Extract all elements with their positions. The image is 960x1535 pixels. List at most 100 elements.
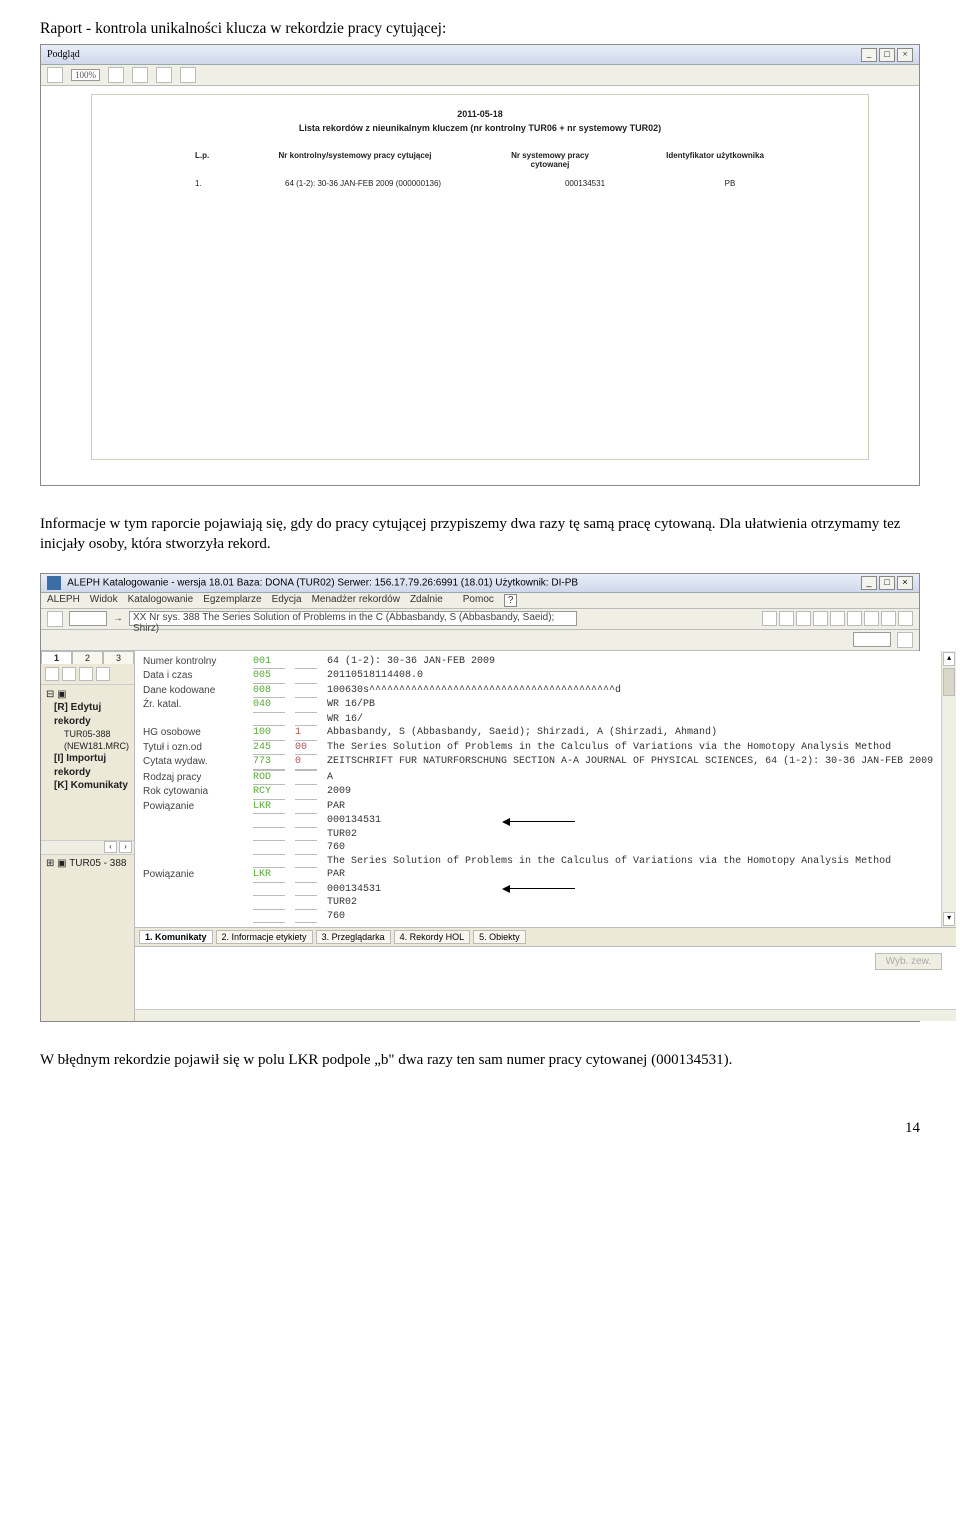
tree-item-edytuj[interactable]: [R] Edytuj rekordy [46, 701, 129, 728]
wyb-zew-button[interactable]: Wyb. zew. [875, 953, 942, 970]
toolbar-nav-icon[interactable] [47, 611, 63, 627]
tab-komunikaty[interactable]: 1. Komunikaty [139, 930, 213, 944]
tab-informacje[interactable]: 2. Informacje etykiety [216, 930, 313, 944]
secondary-icon[interactable] [897, 632, 913, 648]
toolbar-home-icon[interactable] [47, 67, 63, 83]
help-icon[interactable]: ? [504, 594, 518, 607]
record-row[interactable]: TUR02 [143, 828, 933, 842]
close-icon[interactable]: × [897, 576, 913, 590]
record-row[interactable]: Rok cytowaniaRCY2009 [143, 785, 933, 800]
tree-hscroll[interactable]: ‹ › [41, 840, 134, 854]
explanation-para-1: Informacje w tym raporcie pojawiają się,… [40, 514, 920, 555]
record-area: Numer kontrolny00164 (1-2): 30-36 JAN-FE… [135, 651, 941, 928]
toolbar-exit-icon[interactable] [180, 67, 196, 83]
vertical-scrollbar[interactable]: ▴ ▾ [941, 651, 956, 928]
record-row[interactable]: 000134531 [143, 883, 933, 897]
tab-przegladarka[interactable]: 3. Przeglądarka [316, 930, 391, 944]
record-row[interactable]: Numer kontrolny00164 (1-2): 30-36 JAN-FE… [143, 655, 933, 670]
scroll-thumb[interactable] [943, 668, 955, 696]
tb-icon-2[interactable] [779, 611, 794, 626]
tb-icon-3[interactable] [796, 611, 811, 626]
menu-egzemplarze[interactable]: Egzemplarze [203, 594, 261, 607]
annotation-arrow-2 [505, 888, 575, 889]
tree-expand-icon[interactable]: ⊟ ▣ [46, 688, 129, 702]
menu-edycja[interactable]: Edycja [272, 594, 302, 607]
menu-katalogowanie[interactable]: Katalogowanie [128, 594, 194, 607]
menu-aleph[interactable]: ALEPH [47, 594, 80, 607]
record-row[interactable]: 760 [143, 910, 933, 924]
tb-icon-1[interactable] [762, 611, 777, 626]
record-row[interactable]: Źr. katal.040WR 16/PB [143, 698, 933, 713]
lower-pane: Wyb. zew. [135, 946, 956, 1009]
close-icon[interactable]: × [897, 48, 913, 62]
row-c3: PB [695, 179, 765, 188]
record-row[interactable]: PowiązanieLKRPAR [143, 868, 933, 883]
report-title: Lista rekordów z nieunikalnym kluczem (n… [92, 123, 868, 133]
menu-pomoc[interactable]: Pomoc [463, 594, 494, 607]
record-row[interactable]: Tytuł i ozn.od24500The Series Solution o… [143, 741, 933, 756]
report-row: 1. 64 (1-2): 30-36 JAN-FEB 2009 (0000001… [92, 179, 868, 188]
record-main: Numer kontrolny00164 (1-2): 30-36 JAN-FE… [135, 651, 956, 1021]
col-lp: L.p. [195, 151, 215, 169]
toolbar-ruler-icon[interactable] [156, 67, 172, 83]
record-row[interactable]: Data i czas00520110518114408.0 [143, 669, 933, 684]
scroll-left-icon[interactable]: ‹ [104, 841, 117, 853]
tb-icon-6[interactable] [847, 611, 862, 626]
tree-icon-1[interactable] [45, 667, 59, 681]
tree-tab-2[interactable]: 2 [72, 651, 103, 664]
zoom-select[interactable]: 100% [71, 69, 100, 81]
tb-icon-9[interactable] [898, 611, 913, 626]
scroll-down-icon[interactable]: ▾ [943, 912, 955, 926]
col-identyfikator: Identyfikator użytkownika [665, 151, 765, 169]
tb-icon-8[interactable] [881, 611, 896, 626]
tree-tab-3[interactable]: 3 [103, 651, 134, 664]
bottom-tabs[interactable]: 1. Komunikaty 2. Informacje etykiety 3. … [135, 927, 956, 946]
tree-item-komunikaty[interactable]: [K] Komunikaty [46, 779, 129, 793]
record-row[interactable]: Rodzaj pracyRODA [143, 771, 933, 786]
window-controls: _ □ × [861, 576, 913, 590]
tree-icon-2[interactable] [62, 667, 76, 681]
record-title-input[interactable]: XX Nr sys. 388 The Series Solution of Pr… [129, 611, 577, 626]
tb-icon-5[interactable] [830, 611, 845, 626]
tree-list[interactable]: ⊟ ▣ [R] Edytuj rekordy TUR05-388 (NEW181… [41, 685, 134, 840]
tree-icon-3[interactable] [79, 667, 93, 681]
row-lp: 1. [195, 179, 215, 188]
secondary-input[interactable] [853, 632, 891, 647]
toolbar-print-icon[interactable] [108, 67, 124, 83]
record-row[interactable]: WR 16/ [143, 713, 933, 727]
tree-footer-item[interactable]: ⊞ ▣ TUR05 - 388 [41, 854, 134, 872]
scroll-right-icon[interactable]: › [119, 841, 132, 853]
tree-tab-1[interactable]: 1 [41, 651, 72, 664]
tab-rekordy-hol[interactable]: 4. Rekordy HOL [394, 930, 471, 944]
tab-obiekty[interactable]: 5. Obiekty [473, 930, 526, 944]
tree-footer-label: TUR05 - 388 [69, 858, 126, 869]
record-row[interactable]: Cytata wydaw.7730ZEITSCHRIFT FUR NATURFO… [143, 755, 933, 770]
tb-icon-7[interactable] [864, 611, 879, 626]
tree-tabs[interactable]: 1 2 3 [41, 651, 134, 664]
minimize-icon[interactable]: _ [861, 48, 877, 62]
aleph-menubar[interactable]: ALEPH Widok Katalogowanie Egzemplarze Ed… [41, 593, 919, 609]
record-row[interactable]: The Series Solution of Problems in the C… [143, 855, 933, 869]
tree-icon-4[interactable] [96, 667, 110, 681]
page-number: 14 [40, 1120, 920, 1137]
record-row[interactable]: Dane kodowane008100630s^^^^^^^^^^^^^^^^^… [143, 684, 933, 699]
toolbar-save-icon[interactable] [132, 67, 148, 83]
maximize-icon[interactable]: □ [879, 48, 895, 62]
record-table: Numer kontrolny00164 (1-2): 30-36 JAN-FE… [135, 651, 941, 928]
menu-menadzer[interactable]: Menadżer rekordów [312, 594, 400, 607]
record-row[interactable]: 760 [143, 841, 933, 855]
tree-item-import[interactable]: [I] Importuj rekordy [46, 752, 129, 779]
tb-icon-4[interactable] [813, 611, 828, 626]
report-date: 2011-05-18 [92, 109, 868, 119]
maximize-icon[interactable]: □ [879, 576, 895, 590]
scroll-up-icon[interactable]: ▴ [943, 652, 955, 666]
record-row[interactable]: HG osobowe1001Abbasbandy, S (Abbasbandy,… [143, 726, 933, 741]
menu-widok[interactable]: Widok [90, 594, 118, 607]
minimize-icon[interactable]: _ [861, 576, 877, 590]
menu-zdalnie[interactable]: Zdalnie [410, 594, 443, 607]
tree-item-tur05388[interactable]: TUR05-388 (NEW181.MRC) [46, 728, 129, 752]
record-row[interactable]: PowiązanieLKRPAR [143, 800, 933, 815]
record-id-input[interactable] [69, 611, 107, 626]
record-row[interactable]: TUR02 [143, 896, 933, 910]
bottom-scrollbar[interactable] [135, 1009, 956, 1021]
